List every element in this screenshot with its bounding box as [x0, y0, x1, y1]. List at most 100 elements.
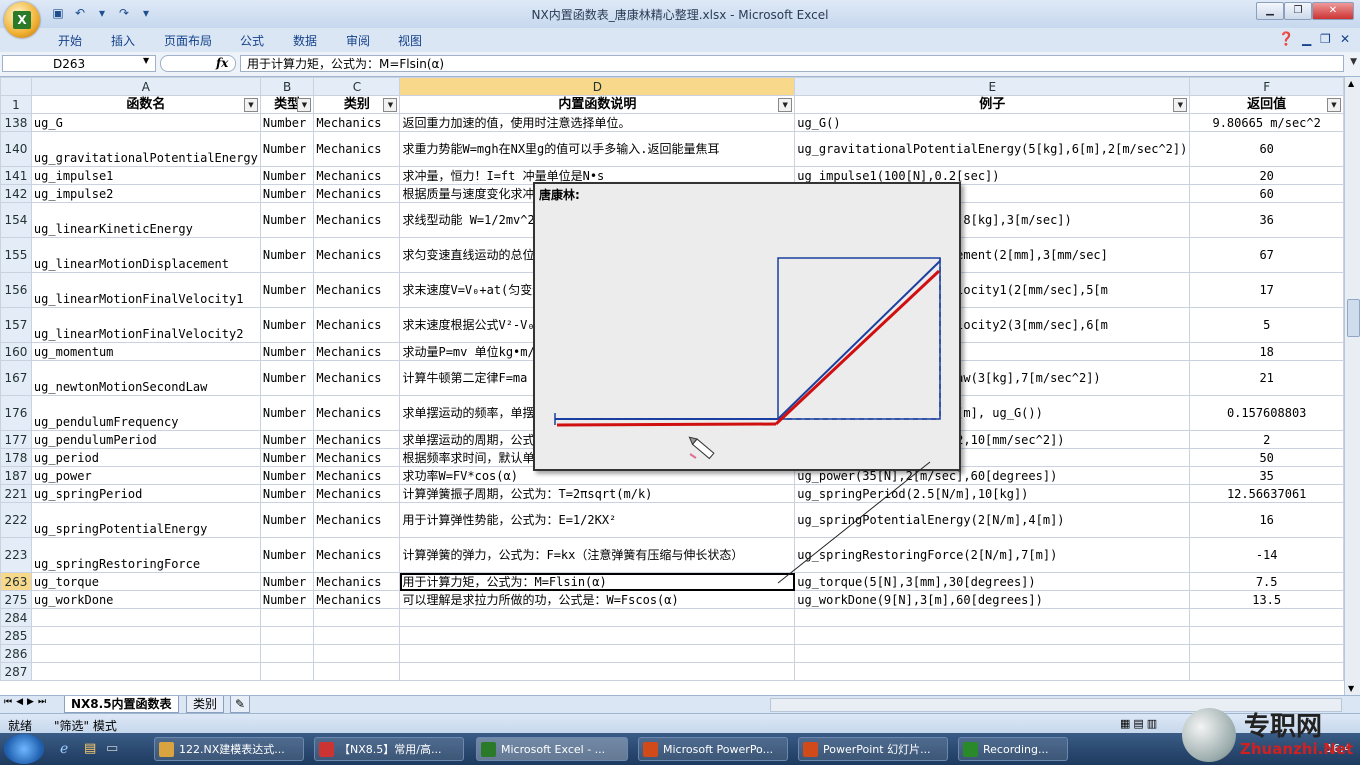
- header-cell-type[interactable]: 类型 ▼: [259, 95, 315, 114]
- cell-category[interactable]: Mechanics: [313, 307, 401, 343]
- empty-cell[interactable]: [794, 626, 1191, 645]
- formula-input[interactable]: 用于计算力矩，公式为：M=Flsin(α): [240, 55, 1344, 72]
- column-header[interactable]: B: [259, 77, 315, 96]
- row-header[interactable]: 140: [0, 131, 32, 167]
- cell-category[interactable]: Mechanics: [313, 466, 401, 485]
- cell-function-name[interactable]: ug_linearMotionFinalVelocity2: [30, 307, 261, 343]
- empty-cell[interactable]: [794, 644, 1191, 663]
- empty-cell[interactable]: [30, 662, 261, 681]
- table-row[interactable]: 223 ug_springRestoringForce Number Mechanic…: [0, 537, 1344, 573]
- formula-expand-icon[interactable]: ▼: [1350, 57, 1357, 67]
- cell-type[interactable]: Number: [259, 166, 315, 185]
- row-header[interactable]: 154: [0, 202, 32, 238]
- empty-cell[interactable]: [1189, 626, 1344, 645]
- cell-description-selected[interactable]: 用于计算力矩，公式为：M=Flsin(α): [399, 572, 796, 591]
- filter-active-icon[interactable]: ▼: [383, 98, 398, 112]
- taskbar-item[interactable]: PowerPoint 幻灯片...: [798, 737, 948, 761]
- empty-cell[interactable]: [259, 626, 315, 645]
- insert-sheet-icon[interactable]: ✎: [230, 696, 251, 713]
- cell-function-name[interactable]: ug_power: [30, 466, 261, 485]
- row-header[interactable]: 141: [0, 166, 32, 185]
- minimize-button[interactable]: ▁: [1256, 2, 1284, 20]
- cell-return-value[interactable]: 60: [1189, 131, 1344, 167]
- cell-function-name[interactable]: ug_impulse1: [30, 166, 261, 185]
- scroll-down-icon[interactable]: ▼: [1348, 684, 1354, 693]
- cell-function-name[interactable]: ug_pendulumFrequency: [30, 395, 261, 431]
- row-header[interactable]: 285: [0, 626, 32, 645]
- cell-example[interactable]: ug_gravitationalPotentialEnergy(5[kg],6[…: [794, 131, 1191, 167]
- cell-description[interactable]: 用于计算弹性势能，公式为：E=1/2KX²: [399, 502, 796, 538]
- cell-return-value[interactable]: 13.5: [1189, 590, 1344, 609]
- cell-return-value[interactable]: 2: [1189, 430, 1344, 449]
- cell-type[interactable]: Number: [259, 272, 315, 308]
- cell-category[interactable]: Mechanics: [313, 166, 401, 185]
- empty-cell[interactable]: [1189, 644, 1344, 663]
- row-header[interactable]: 155: [0, 237, 32, 273]
- cell-description[interactable]: 求重力势能W=mgh在NX里g的值可以手多输入.返回能量焦耳: [399, 131, 796, 167]
- cell-function-name[interactable]: ug_impulse2: [30, 184, 261, 203]
- cell-type[interactable]: Number: [259, 430, 315, 449]
- row-header[interactable]: 138: [0, 113, 32, 132]
- empty-cell[interactable]: [313, 626, 401, 645]
- empty-cell[interactable]: [313, 608, 401, 627]
- cell-description[interactable]: 计算弹簧振子周期，公式为：T=2πsqrt(m/k): [399, 484, 796, 503]
- row-header[interactable]: 263: [0, 572, 32, 591]
- column-header-selected[interactable]: D: [399, 77, 796, 96]
- cell-category[interactable]: Mechanics: [313, 395, 401, 431]
- cell-type[interactable]: Number: [259, 113, 315, 132]
- header-cell-category[interactable]: 类别 ▼: [313, 95, 401, 114]
- row-header[interactable]: 160: [0, 342, 32, 361]
- empty-cell[interactable]: [399, 644, 796, 663]
- cell-return-value[interactable]: 16: [1189, 502, 1344, 538]
- cell-function-name[interactable]: ug_momentum: [30, 342, 261, 361]
- row-header[interactable]: 222: [0, 502, 32, 538]
- taskbar-item[interactable]: Microsoft PowerPo...: [638, 737, 788, 761]
- cell-category[interactable]: Mechanics: [313, 590, 401, 609]
- cell-function-name[interactable]: ug_linearMotionDisplacement: [30, 237, 261, 273]
- help-icon[interactable]: ❓: [1278, 32, 1294, 47]
- empty-cell[interactable]: [30, 626, 261, 645]
- row-header[interactable]: 142: [0, 184, 32, 203]
- name-box-dropdown-icon[interactable]: ▼: [143, 56, 149, 65]
- row-header[interactable]: 176: [0, 395, 32, 431]
- cell-type[interactable]: Number: [259, 131, 315, 167]
- cell-example[interactable]: ug_torque(5[N],3[mm],30[degrees]): [794, 572, 1191, 591]
- office-button[interactable]: X: [4, 2, 40, 38]
- cell-function-name[interactable]: ug_period: [30, 448, 261, 467]
- cell-return-value[interactable]: 0.157608803: [1189, 395, 1344, 431]
- cell-description[interactable]: 返回重力加速的值，使用时注意选择单位。: [399, 113, 796, 132]
- cell-type[interactable]: Number: [259, 590, 315, 609]
- cell-function-name[interactable]: ug_torque: [30, 572, 261, 591]
- name-box[interactable]: D263: [2, 55, 156, 72]
- empty-cell[interactable]: [399, 626, 796, 645]
- cell-type[interactable]: Number: [259, 237, 315, 273]
- empty-cell[interactable]: [30, 644, 261, 663]
- table-row[interactable]: 263 ug_torque Number Mechanics 用于计算力矩，公式为：M=…: [0, 572, 1344, 591]
- column-header[interactable]: E: [794, 77, 1191, 96]
- cell-function-name[interactable]: ug_springRestoringForce: [30, 537, 261, 573]
- row-header[interactable]: 287: [0, 662, 32, 681]
- tab-home[interactable]: 开始: [58, 32, 82, 49]
- cell-type[interactable]: Number: [259, 502, 315, 538]
- cell-return-value[interactable]: 7.5: [1189, 572, 1344, 591]
- cell-example[interactable]: ug_G(): [794, 113, 1191, 132]
- cell-type[interactable]: Number: [259, 342, 315, 361]
- empty-cell[interactable]: [794, 608, 1191, 627]
- column-header[interactable]: F: [1189, 77, 1344, 96]
- desktop-icon[interactable]: ▭: [106, 741, 118, 756]
- cell-function-name[interactable]: ug_pendulumPeriod: [30, 430, 261, 449]
- cell-category[interactable]: Mechanics: [313, 572, 401, 591]
- cell-type[interactable]: Number: [259, 202, 315, 238]
- cell-type[interactable]: Number: [259, 184, 315, 203]
- empty-cell[interactable]: [313, 662, 401, 681]
- cell-description[interactable]: 可以理解是求拉力所做的功，公式是：W=Fscos(α): [399, 590, 796, 609]
- filter-dropdown-icon[interactable]: ▼: [778, 98, 793, 112]
- tab-review[interactable]: 审阅: [346, 32, 370, 49]
- table-row[interactable]: 222 ug_springPotentialEnergy Number Mechani…: [0, 502, 1344, 538]
- cell-function-name[interactable]: ug_linearMotionFinalVelocity1: [30, 272, 261, 308]
- empty-row[interactable]: 286: [0, 644, 1344, 663]
- ribbon-close-icon[interactable]: ✕: [1340, 32, 1350, 46]
- empty-cell[interactable]: [259, 662, 315, 681]
- view-buttons-icon[interactable]: ▦▤▥: [1120, 717, 1160, 730]
- cell-function-name[interactable]: ug_G: [30, 113, 261, 132]
